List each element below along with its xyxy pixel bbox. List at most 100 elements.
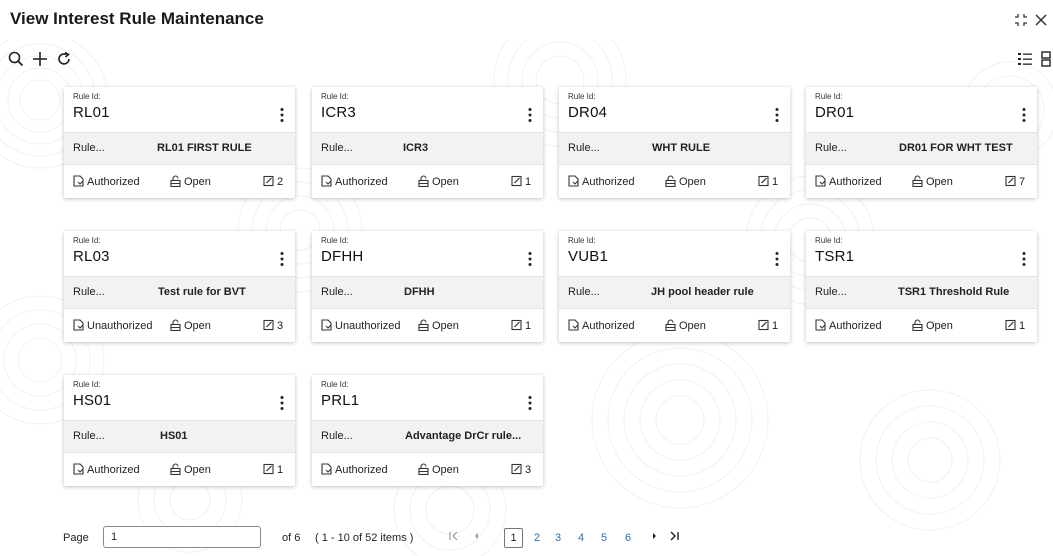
page-link-5[interactable]: 5 bbox=[598, 532, 610, 544]
more-options-icon[interactable] bbox=[774, 107, 780, 123]
rule-id-value: HS01 bbox=[73, 392, 112, 409]
document-icon bbox=[321, 319, 332, 331]
tile-view-icon[interactable] bbox=[1038, 50, 1053, 68]
page-number-input[interactable] bbox=[103, 526, 261, 548]
next-page-icon[interactable] bbox=[647, 529, 661, 543]
rule-description-row: Rule... HS01 bbox=[64, 420, 295, 453]
record-status: Open bbox=[170, 463, 211, 476]
unlock-icon bbox=[418, 463, 429, 476]
authorization-status: Authorized bbox=[321, 463, 388, 476]
authorization-status: Authorized bbox=[73, 175, 140, 188]
rule-card-dr01[interactable]: Rule Id: DR01 Rule... DR01 FOR WHT TEST … bbox=[806, 87, 1037, 198]
rule-card-rl03[interactable]: Rule Id: RL03 Rule... Test rule for BVT … bbox=[64, 231, 295, 342]
more-options-icon[interactable] bbox=[774, 251, 780, 267]
record-status: Open bbox=[418, 319, 459, 332]
edit-icon bbox=[758, 319, 769, 331]
rule-description-label: Rule... bbox=[321, 286, 353, 298]
more-options-icon[interactable] bbox=[1021, 251, 1027, 267]
add-icon[interactable] bbox=[31, 50, 49, 68]
item-range-label: ( 1 - 10 of 52 items ) bbox=[315, 532, 414, 544]
authorization-status: Authorized bbox=[321, 175, 388, 188]
document-icon bbox=[73, 463, 84, 475]
last-page-icon[interactable] bbox=[667, 529, 681, 543]
rule-card-icr3[interactable]: Rule Id: ICR3 Rule... ICR3 Authorized Op… bbox=[312, 87, 543, 198]
rule-id-value: DR04 bbox=[568, 104, 608, 121]
rule-description-row: Rule... RL01 FIRST RULE bbox=[64, 132, 295, 165]
unlock-icon bbox=[665, 319, 676, 332]
edit-icon bbox=[1005, 319, 1016, 331]
more-options-icon[interactable] bbox=[527, 251, 533, 267]
close-icon[interactable] bbox=[1032, 11, 1050, 29]
unlock-icon bbox=[912, 175, 923, 188]
modification-count: 1 bbox=[758, 175, 778, 188]
rule-description-row: Rule... JH pool header rule bbox=[559, 276, 790, 309]
more-options-icon[interactable] bbox=[527, 107, 533, 123]
more-options-icon[interactable] bbox=[279, 395, 285, 411]
rule-id-value: RL03 bbox=[73, 248, 110, 265]
page-title: View Interest Rule Maintenance bbox=[10, 9, 264, 28]
rule-id-label: Rule Id: bbox=[815, 236, 843, 245]
edit-icon bbox=[511, 463, 522, 475]
rule-description-label: Rule... bbox=[815, 142, 847, 154]
record-status: Open bbox=[912, 319, 953, 332]
edit-icon bbox=[263, 463, 274, 475]
previous-page-icon[interactable] bbox=[470, 529, 484, 543]
document-icon bbox=[815, 319, 826, 331]
first-page-icon[interactable] bbox=[447, 529, 461, 543]
more-options-icon[interactable] bbox=[527, 395, 533, 411]
rule-card-hs01[interactable]: Rule Id: HS01 Rule... HS01 Authorized Op… bbox=[64, 375, 295, 486]
rule-description-label: Rule... bbox=[73, 142, 105, 154]
rule-card-prl1[interactable]: Rule Id: PRL1 Rule... Advantage DrCr rul… bbox=[312, 375, 543, 486]
status-row: Authorized Open 1 bbox=[806, 309, 1037, 342]
modification-count: 3 bbox=[263, 319, 283, 332]
unlock-icon bbox=[170, 319, 181, 332]
rule-card-rl01[interactable]: Rule Id: RL01 Rule... RL01 FIRST RULE Au… bbox=[64, 87, 295, 198]
more-options-icon[interactable] bbox=[1021, 107, 1027, 123]
page-link-6[interactable]: 6 bbox=[622, 532, 634, 544]
rule-id-label: Rule Id: bbox=[73, 380, 101, 389]
record-status: Open bbox=[170, 319, 211, 332]
refresh-icon[interactable] bbox=[55, 50, 73, 68]
list-view-icon[interactable] bbox=[1016, 50, 1034, 68]
page-link-2[interactable]: 2 bbox=[531, 532, 543, 544]
page-link-4[interactable]: 4 bbox=[575, 532, 587, 544]
unlock-icon bbox=[418, 319, 429, 332]
more-options-icon[interactable] bbox=[279, 107, 285, 123]
rule-id-label: Rule Id: bbox=[568, 92, 596, 101]
status-row: Unauthorized Open 1 bbox=[312, 309, 543, 342]
record-status: Open bbox=[170, 175, 211, 188]
rule-id-label: Rule Id: bbox=[73, 92, 101, 101]
edit-icon bbox=[1005, 175, 1016, 187]
authorization-status: Authorized bbox=[73, 463, 140, 476]
rule-description-row: Rule... WHT RULE bbox=[559, 132, 790, 165]
page-link-1[interactable]: 1 bbox=[504, 528, 523, 548]
rule-id-value: TSR1 bbox=[815, 248, 855, 265]
rule-description-value: RL01 FIRST RULE bbox=[157, 142, 252, 154]
authorization-status: Unauthorized bbox=[73, 319, 152, 332]
rule-card-dr04[interactable]: Rule Id: DR04 Rule... WHT RULE Authorize… bbox=[559, 87, 790, 198]
minimize-icon[interactable] bbox=[1012, 11, 1030, 29]
edit-icon bbox=[511, 175, 522, 187]
rule-description-value: HS01 bbox=[160, 430, 188, 442]
modification-count: 1 bbox=[263, 463, 283, 476]
page-link-3[interactable]: 3 bbox=[552, 532, 564, 544]
rule-description-label: Rule... bbox=[73, 430, 105, 442]
rule-id-label: Rule Id: bbox=[73, 236, 101, 245]
unlock-icon bbox=[170, 463, 181, 476]
status-row: Authorized Open 2 bbox=[64, 165, 295, 198]
edit-icon bbox=[263, 175, 274, 187]
edit-icon bbox=[758, 175, 769, 187]
rule-card-dfhh[interactable]: Rule Id: DFHH Rule... DFHH Unauthorized … bbox=[312, 231, 543, 342]
more-options-icon[interactable] bbox=[279, 251, 285, 267]
status-row: Unauthorized Open 3 bbox=[64, 309, 295, 342]
modification-count: 7 bbox=[1005, 175, 1025, 188]
rule-description-label: Rule... bbox=[568, 286, 600, 298]
document-icon bbox=[815, 175, 826, 187]
status-row: Authorized Open 3 bbox=[312, 453, 543, 486]
rule-description-label: Rule... bbox=[321, 142, 353, 154]
modification-count: 1 bbox=[511, 175, 531, 188]
rule-card-vub1[interactable]: Rule Id: VUB1 Rule... JH pool header rul… bbox=[559, 231, 790, 342]
search-icon[interactable] bbox=[7, 50, 25, 68]
record-status: Open bbox=[665, 319, 706, 332]
rule-card-tsr1[interactable]: Rule Id: TSR1 Rule... TSR1 Threshold Rul… bbox=[806, 231, 1037, 342]
